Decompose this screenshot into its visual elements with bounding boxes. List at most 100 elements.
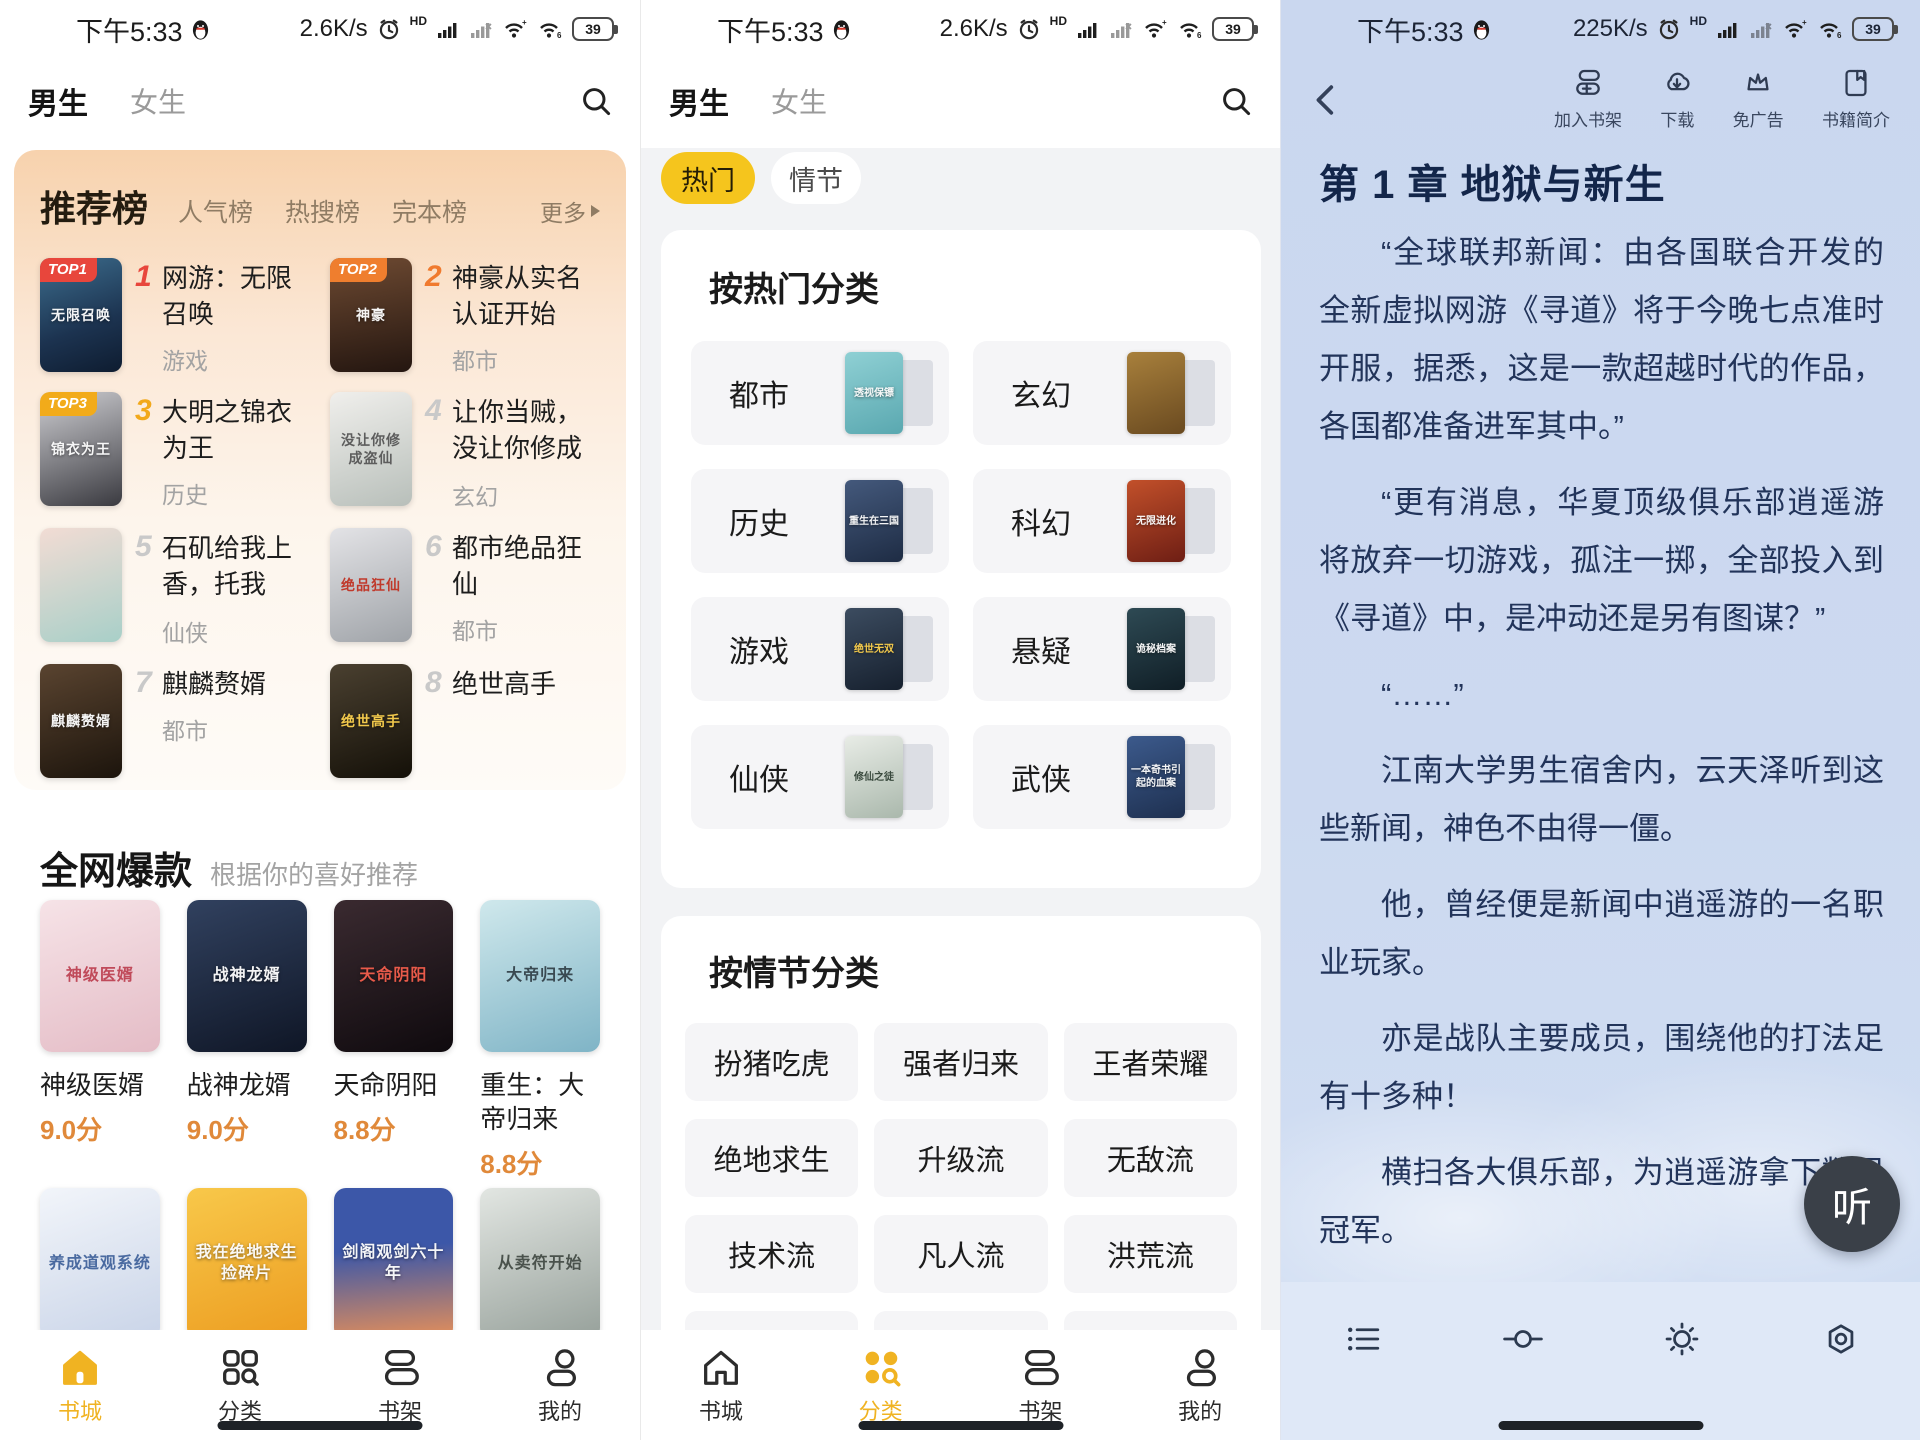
ranking-tab-hotsearch[interactable]: 热搜榜 (285, 193, 360, 229)
tab-female[interactable]: 女生 (771, 81, 827, 121)
ranking-book-7[interactable]: 麒麟赘婿 7麒麟赘婿都市 (40, 664, 310, 778)
rank-number: 6 (425, 530, 452, 602)
home-indicator[interactable] (858, 1421, 1063, 1430)
status-bar: 下午5:33 2.6K/s HD + 6 39 (0, 0, 640, 58)
signal-icon (436, 17, 460, 41)
settings-icon[interactable] (1818, 1316, 1864, 1367)
hot-row2-book-1[interactable]: 养成道观系统 (40, 1188, 160, 1340)
status-net-speed: 225K/s (1573, 15, 1648, 43)
plot-tag[interactable]: 强者归来 (874, 1023, 1047, 1101)
category-item-xuanhuan[interactable]: 玄幻 (973, 341, 1231, 445)
plot-tag[interactable]: 技术流 (685, 1215, 858, 1293)
ranking-book-5[interactable]: 5石矶给我上香，托我收…仙侠 (40, 528, 310, 648)
plot-tag[interactable]: 洪荒流 (1064, 1215, 1237, 1293)
toc-icon[interactable] (1341, 1316, 1387, 1367)
battery-icon: 39 (1852, 17, 1894, 41)
home-indicator[interactable] (218, 1421, 423, 1430)
hot-section-title: 全网爆款 (40, 840, 192, 895)
category-item-wuxia[interactable]: 武侠一本奇书引起的血案 (973, 725, 1231, 829)
wifi-plus-icon: + (1782, 18, 1808, 40)
pill-hot[interactable]: 热门 (661, 152, 755, 204)
nav-mine[interactable]: 我的 (1120, 1330, 1280, 1440)
hot-row2-book-2[interactable]: 我在绝地求生捡碎片 (187, 1188, 307, 1340)
hot-book-2[interactable]: 战神龙婿 战神龙婿 9.0分 (187, 900, 307, 1181)
ranking-more-link[interactable]: 更多 (540, 194, 600, 228)
book-genre: 玄幻 (452, 478, 600, 512)
hot-row2-book-3[interactable]: 剑阁观剑六十年 (334, 1188, 454, 1340)
book-genre: 都市 (452, 342, 600, 376)
nav-bookstore[interactable]: 书城 (641, 1330, 801, 1440)
ranking-book-3[interactable]: TOP3锦衣为王 3大明之锦衣为王历史 (40, 392, 310, 512)
paragraph: 他，曾经便是新闻中逍遥游的一名职业玩家。 (1319, 876, 1884, 992)
tab-female[interactable]: 女生 (130, 81, 186, 121)
category-item-kehuan[interactable]: 科幻无限进化 (973, 469, 1231, 573)
progress-icon[interactable] (1500, 1316, 1546, 1367)
category-item-xuanyi[interactable]: 悬疑诡秘档案 (973, 597, 1231, 701)
wifi6-icon: 6 (1817, 18, 1843, 40)
category-item-lishi[interactable]: 历史重生在三国 (691, 469, 949, 573)
book-cover (40, 528, 122, 642)
search-icon[interactable] (1220, 85, 1252, 117)
wifi-plus-icon: + (502, 18, 528, 40)
category-item-youxi[interactable]: 游戏绝世无双 (691, 597, 949, 701)
mini-cover: 重生在三国 (845, 480, 903, 562)
plot-tag[interactable]: 扮猪吃虎 (685, 1023, 858, 1101)
search-icon[interactable] (580, 85, 612, 117)
category-item-dushi[interactable]: 都市透视保镖 (691, 341, 949, 445)
download-icon (1660, 66, 1694, 100)
listen-button[interactable]: 听 (1804, 1156, 1900, 1252)
download-button[interactable]: 下载 (1660, 66, 1694, 131)
ranking-book-8[interactable]: 绝世高手 8绝世高手 (330, 664, 600, 778)
plot-tag[interactable]: 凡人流 (874, 1215, 1047, 1293)
pill-plot[interactable]: 情节 (771, 152, 861, 204)
rank-number: 2 (425, 260, 452, 332)
ranking-book-2[interactable]: TOP2神豪 2神豪从实名认证开始都市 (330, 258, 600, 376)
back-icon[interactable] (1307, 80, 1347, 125)
hot-section-subtitle: 根据你的喜好推荐 (210, 855, 418, 892)
ranking-tab-popularity[interactable]: 人气榜 (178, 193, 253, 229)
book-genre: 游戏 (162, 342, 310, 376)
book-info-button[interactable]: 书籍简介 (1822, 66, 1890, 131)
nav-bookstore[interactable]: 书城 (0, 1330, 160, 1440)
qq-penguin-icon (832, 18, 851, 41)
status-time: 下午5:33 (1357, 10, 1464, 49)
ranking-book-4[interactable]: 没让你修成盗仙 4让你当贼，没让你修成盗仙玄幻 (330, 392, 600, 512)
ranking-tab-completed[interactable]: 完本榜 (392, 193, 467, 229)
paragraph: 横扫各大俱乐部，为逍遥游拿下数届冠军。 (1319, 1144, 1884, 1260)
svg-text:6: 6 (1197, 31, 1202, 40)
plot-tag[interactable]: 无敌流 (1064, 1119, 1237, 1197)
ranking-book-1[interactable]: TOP1无限召唤 1网游：无限召唤游戏 (40, 258, 310, 376)
book-score: 8.8分 (480, 1144, 600, 1181)
rank-number: 4 (425, 394, 452, 468)
nav-mine[interactable]: 我的 (480, 1330, 640, 1440)
hot-book-4[interactable]: 大帝归来 重生：大帝归来 8.8分 (480, 900, 600, 1181)
plot-tag[interactable]: 王者荣耀 (1064, 1023, 1237, 1101)
reader-screen: 下午5:33 225K/s HD + 6 39 加入书架 (1280, 0, 1920, 1440)
home-indicator[interactable] (1498, 1421, 1703, 1430)
no-ads-button[interactable]: 免广告 (1733, 66, 1784, 131)
hot-book-3[interactable]: 天命阴阳 天命阴阳 8.8分 (334, 900, 454, 1181)
category-item-xianxia[interactable]: 仙侠修仙之徒 (691, 725, 949, 829)
hot-book-1[interactable]: 神级医婿 神级医婿 9.0分 (40, 900, 160, 1181)
add-to-shelf-button[interactable]: 加入书架 (1554, 66, 1622, 131)
book-title: 石矶给我上香，托我收… (162, 530, 310, 604)
plot-category-title: 按情节分类 (709, 946, 1237, 995)
tab-male[interactable]: 男生 (28, 79, 88, 123)
mini-cover: 诡秘档案 (1127, 608, 1185, 690)
rank-number: 5 (135, 530, 162, 604)
paragraph: “全球联邦新闻：由各国联合开发的全新虚拟网游《寻道》将于今晚七点准时开服，据悉，… (1319, 224, 1884, 456)
wifi6-icon: 6 (1177, 18, 1203, 40)
plot-tag[interactable]: 绝地求生 (685, 1119, 858, 1197)
category-header: 男生 女生 (641, 58, 1280, 144)
plot-tag[interactable]: 升级流 (874, 1119, 1047, 1197)
brightness-icon[interactable] (1659, 1316, 1705, 1367)
battery-icon: 39 (572, 17, 614, 41)
chapter-content[interactable]: “全球联邦新闻：由各国联合开发的全新虚拟网游《寻道》将于今晚七点准时开服，据悉，… (1319, 224, 1884, 1280)
category-grid-icon (217, 1344, 263, 1390)
tab-male[interactable]: 男生 (669, 79, 729, 123)
ranking-book-6[interactable]: 绝品狂仙 6都市绝品狂仙都市 (330, 528, 600, 648)
more-arrow-icon (591, 205, 600, 217)
rank-number: 7 (135, 666, 162, 702)
rank-number: 3 (135, 394, 162, 466)
hot-row2-book-4[interactable]: 从卖符开始 (480, 1188, 600, 1340)
